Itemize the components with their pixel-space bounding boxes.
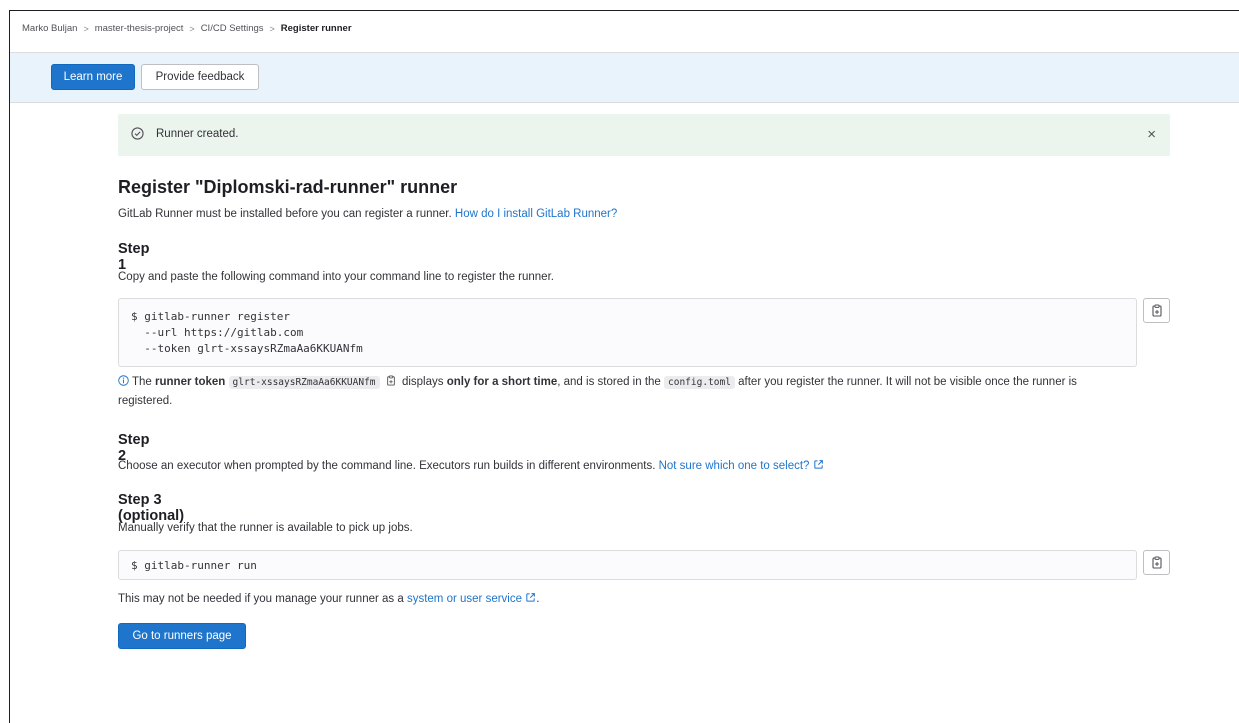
chevron-right-icon: >: [83, 23, 89, 34]
service-note: This may not be needed if you manage you…: [118, 590, 539, 609]
step3-desc: Manually verify that the runner is avail…: [118, 522, 413, 534]
success-alert: Runner created. ×: [118, 114, 1170, 156]
chevron-right-icon: >: [189, 23, 195, 34]
run-command-block[interactable]: $ gitlab-runner run: [118, 550, 1137, 580]
breadcrumb-current: Register runner: [280, 23, 352, 34]
provide-feedback-button[interactable]: Provide feedback: [141, 64, 259, 90]
install-runner-link[interactable]: How do I install GitLab Runner?: [455, 208, 617, 220]
intro-sentence: GitLab Runner must be installed before y…: [118, 208, 452, 220]
note-text: displays: [401, 376, 444, 388]
breadcrumb-item-project[interactable]: master-thesis-project: [95, 23, 184, 34]
code-line: $ gitlab-runner run: [131, 559, 257, 572]
page-title: Register "Diplomski-rad-runner" runner: [118, 177, 458, 197]
code-line: --token glrt-xssaysRZmaAa6KKUANfm: [131, 342, 363, 355]
service-note-period: .: [536, 593, 540, 605]
info-icon: [118, 375, 129, 386]
learn-more-button[interactable]: Learn more: [51, 64, 135, 90]
breadcrumb: Marko Buljan > master-thesis-project > C…: [22, 23, 352, 34]
check-circle-icon: [131, 127, 144, 140]
copy-token-icon[interactable]: [386, 375, 396, 386]
register-command-block[interactable]: $ gitlab-runner register --url https://g…: [118, 298, 1137, 367]
code-line: --url https://gitlab.com: [131, 326, 304, 339]
executor-help-link[interactable]: Not sure which one to select?: [659, 460, 810, 472]
chevron-right-icon: >: [269, 23, 275, 34]
page-frame: Marko Buljan > master-thesis-project > C…: [9, 10, 1239, 723]
alert-message: Runner created.: [156, 128, 239, 140]
external-link-icon: [526, 593, 536, 602]
code-line: $ gitlab-runner register: [131, 310, 290, 323]
close-icon[interactable]: ×: [1147, 126, 1156, 143]
note-bold-runner-token: runner token: [155, 376, 226, 388]
config-file-code: config.toml: [664, 376, 735, 389]
breadcrumb-item-settings[interactable]: CI/CD Settings: [201, 23, 264, 34]
step2-text: Choose an executor when prompted by the …: [118, 460, 656, 472]
feedback-banner: Learn more Provide feedback: [10, 52, 1239, 103]
note-bold-short-time: only for a short time: [446, 376, 558, 388]
intro-text: GitLab Runner must be installed before y…: [118, 205, 617, 224]
step2-desc: Choose an executor when prompted by the …: [118, 457, 824, 476]
service-note-text: This may not be needed if you manage you…: [118, 593, 404, 605]
note-text: , and is stored in the: [557, 376, 661, 388]
token-code: glrt-xssaysRZmaAa6KKUANfm: [228, 376, 380, 389]
step1-desc: Copy and paste the following command int…: [118, 271, 554, 283]
copy-icon: [1151, 556, 1162, 569]
external-link-icon: [813, 460, 823, 469]
go-to-runners-button[interactable]: Go to runners page: [118, 623, 246, 649]
note-text: after you register the runner. It will n…: [738, 376, 1077, 388]
system-service-link[interactable]: system or user service: [407, 593, 522, 605]
copy-icon: [1151, 304, 1162, 317]
note-text: registered.: [118, 395, 173, 407]
copy-register-command-button[interactable]: [1143, 298, 1170, 323]
token-note: The runner token glrt-xssaysRZmaAa6KKUAN…: [118, 373, 1178, 411]
breadcrumb-item-user[interactable]: Marko Buljan: [22, 23, 77, 34]
note-text: The: [132, 376, 152, 388]
copy-run-command-button[interactable]: [1143, 550, 1170, 575]
